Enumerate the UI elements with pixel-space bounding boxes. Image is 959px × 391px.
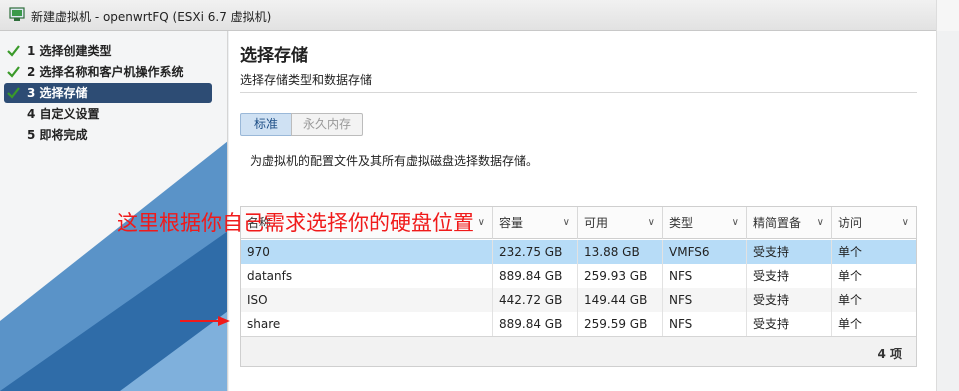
cell-free: 13.88 GB [578, 240, 663, 264]
wizard-step-label: 1 选择创建类型 [27, 44, 112, 58]
wizard-step-label: 4 自定义设置 [27, 107, 100, 121]
item-count: 4 项 [877, 347, 902, 361]
wizard-step-5[interactable]: 5 即将完成 [4, 125, 212, 145]
window-title: 新建虚拟机 - openwrtFQ (ESXi 6.7 虚拟机) [31, 10, 272, 24]
sort-icon[interactable]: ∨ [563, 207, 570, 239]
cell-capacity: 889.84 GB [493, 264, 578, 288]
wizard-step-label: 2 选择名称和客户机操作系统 [27, 65, 184, 79]
instruction-text: 为虚拟机的配置文件及其所有虚拟磁盘选择数据存储。 [250, 154, 539, 168]
column-label: 可用 [584, 216, 609, 230]
checkmark-icon [7, 87, 20, 99]
wizard-step-1[interactable]: 1 选择创建类型 [4, 41, 212, 61]
column-header-free[interactable]: 可用 ∨ [578, 207, 663, 239]
titlebar-edge [936, 0, 959, 31]
wizard-step-2[interactable]: 2 选择名称和客户机操作系统 [4, 62, 212, 82]
column-header-access[interactable]: 访问 ∨ [832, 207, 916, 239]
vm-icon [9, 7, 25, 21]
cell-access: 单个 [838, 245, 863, 259]
cell-capacity: 232.75 GB [493, 240, 578, 264]
cell-type: VMFS6 [663, 240, 747, 264]
cell-name: ISO [241, 288, 493, 312]
cell-name: share [241, 312, 493, 336]
table-row[interactable]: 970 232.75 GB 13.88 GB VMFS6 受支持 单个 [241, 240, 916, 264]
cell-capacity: 442.72 GB [493, 288, 578, 312]
cell-access: 单个 [838, 269, 863, 283]
cell-thin: 受支持 [747, 240, 832, 264]
tab-persistent-memory[interactable]: 永久内存 [291, 113, 363, 136]
sort-icon[interactable]: ∨ [732, 207, 739, 239]
page-subtitle: 选择存储类型和数据存储 [240, 73, 373, 87]
checkmark-icon [7, 66, 20, 78]
column-label: 容量 [499, 216, 524, 230]
column-label: 精简置备 [753, 216, 802, 230]
cell-free: 259.59 GB [578, 312, 663, 336]
wizard-step-label: 5 即将完成 [27, 128, 88, 142]
cell-access: 单个 [838, 317, 863, 331]
column-header-thin-provisioning[interactable]: 精简置备 ∨ [747, 207, 832, 239]
cell-free: 149.44 GB [578, 288, 663, 312]
cell-name: datanfs [241, 264, 493, 288]
cell-type: NFS [663, 288, 747, 312]
sort-icon[interactable]: ∨ [648, 207, 655, 239]
tab-standard[interactable]: 标准 [240, 113, 292, 136]
cell-type: NFS [663, 264, 747, 288]
cell-name: 970 [241, 240, 493, 264]
table-row[interactable]: share 889.84 GB 259.59 GB NFS 受支持 单个 [241, 312, 916, 336]
cell-free: 259.93 GB [578, 264, 663, 288]
wizard-step-4[interactable]: 4 自定义设置 [4, 104, 212, 124]
column-label: 类型 [669, 216, 694, 230]
divider [240, 92, 917, 93]
column-header-capacity[interactable]: 容量 ∨ [493, 207, 578, 239]
window-edge [936, 31, 959, 391]
sort-icon[interactable]: ∨ [478, 207, 485, 239]
cell-capacity: 889.84 GB [493, 312, 578, 336]
checkmark-icon [7, 45, 20, 57]
sort-icon[interactable]: ∨ [817, 207, 824, 239]
cell-access: 单个 [838, 293, 863, 307]
table-row[interactable]: datanfs 889.84 GB 259.93 GB NFS 受支持 单个 [241, 264, 916, 288]
page-title: 选择存储 [240, 46, 308, 66]
column-label: 访问 [838, 216, 863, 230]
sort-icon[interactable]: ∨ [902, 207, 909, 239]
window-titlebar: 新建虚拟机 - openwrtFQ (ESXi 6.7 虚拟机) [0, 0, 959, 31]
wizard-step-3[interactable]: 3 选择存储 [4, 83, 212, 103]
wizard-step-label: 3 选择存储 [27, 86, 88, 100]
table-footer: 4 项 [241, 336, 916, 366]
annotation-arrow-icon [180, 316, 230, 326]
cell-type: NFS [663, 312, 747, 336]
annotation-text: 这里根据你自己需求选择你的硬盘位置 [117, 211, 474, 235]
table-row[interactable]: ISO 442.72 GB 149.44 GB NFS 受支持 单个 [241, 288, 916, 312]
column-header-type[interactable]: 类型 ∨ [663, 207, 747, 239]
cell-thin: 受支持 [747, 264, 832, 288]
cell-thin: 受支持 [747, 288, 832, 312]
cell-thin: 受支持 [747, 312, 832, 336]
